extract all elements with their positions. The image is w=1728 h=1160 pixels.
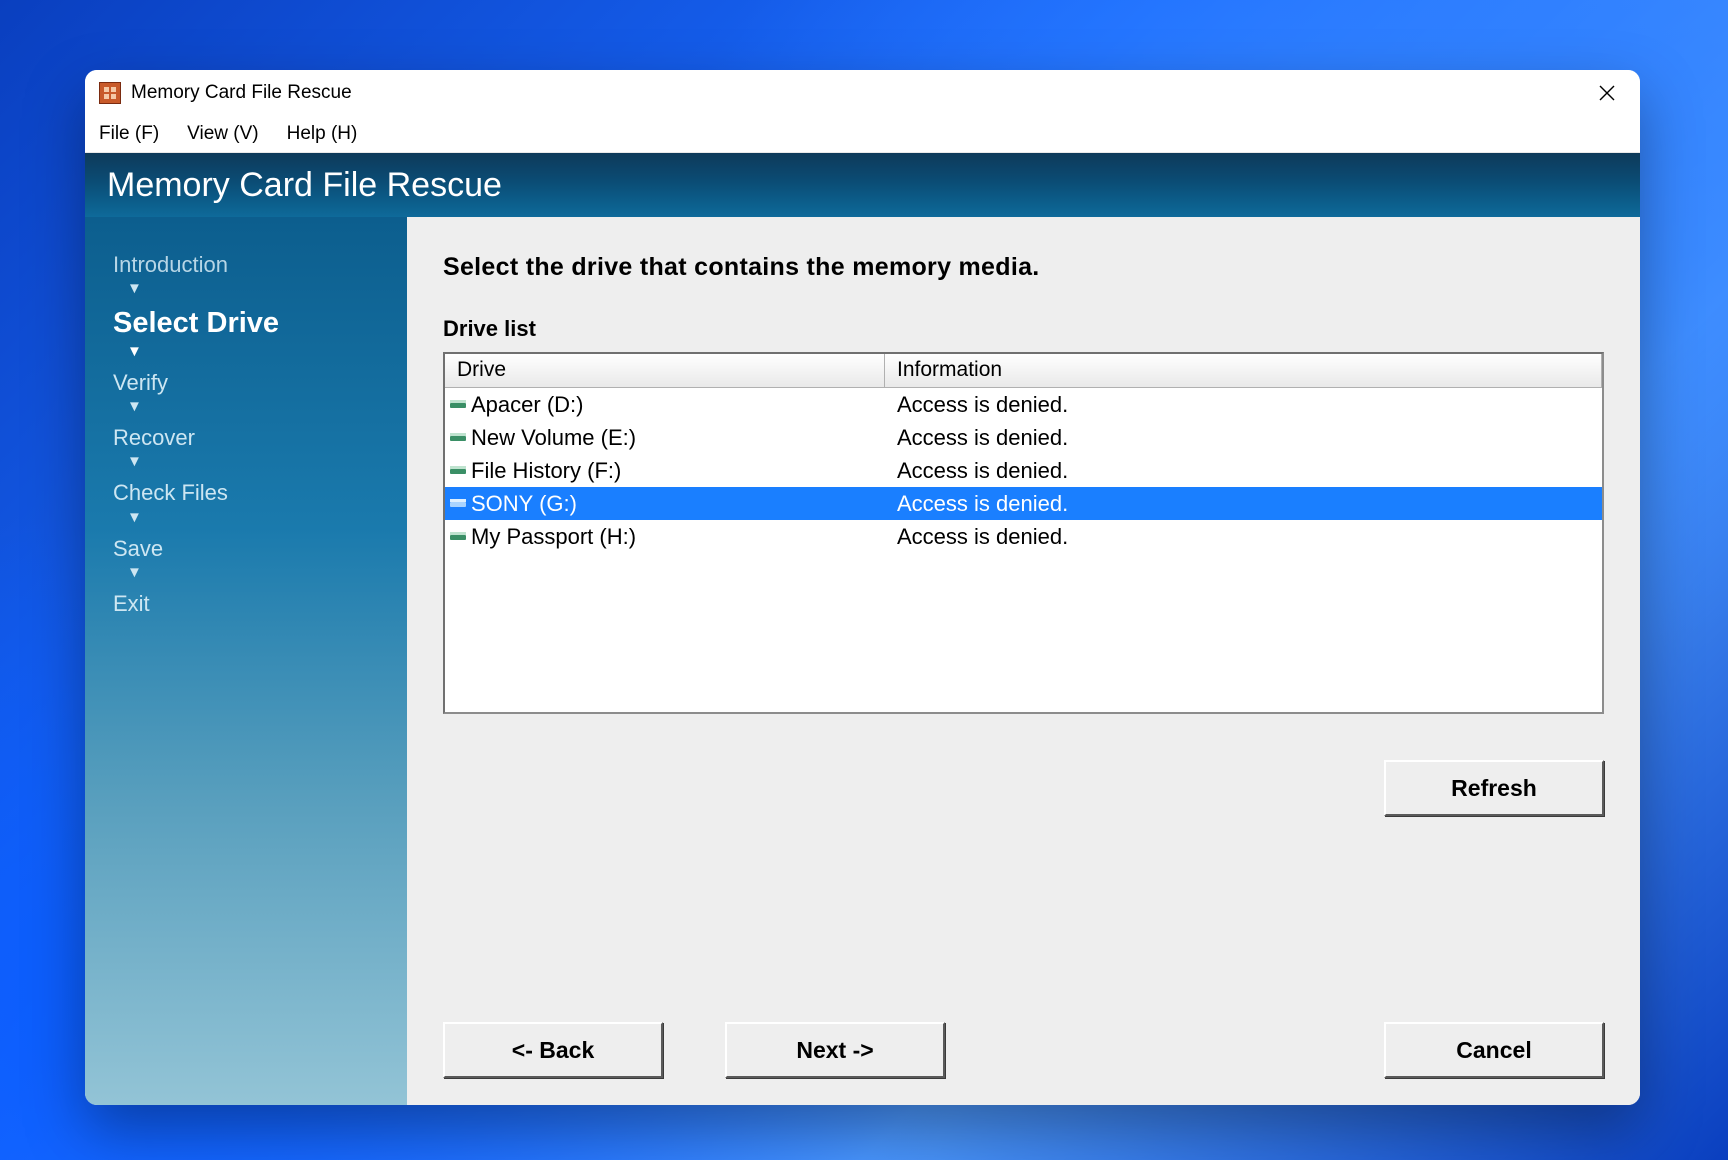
- drive-list-header: Drive Information: [445, 354, 1602, 388]
- wizard-sidebar: Introduction ▼ Select Drive ▼ Verify ▼ R…: [85, 217, 407, 1105]
- drive-icon: [445, 532, 471, 542]
- drive-info: Access is denied.: [885, 392, 1602, 418]
- chevron-down-icon: ▼: [127, 510, 407, 525]
- step-check-files: Check Files: [113, 481, 407, 505]
- menu-help[interactable]: Help (H): [287, 123, 358, 145]
- step-exit: Exit: [113, 592, 407, 616]
- step-introduction: Introduction: [113, 253, 407, 277]
- menu-view[interactable]: View (V): [187, 123, 258, 145]
- main-panel: Select the drive that contains the memor…: [407, 217, 1640, 1105]
- page-heading: Select the drive that contains the memor…: [443, 253, 1604, 282]
- window-title: Memory Card File Rescue: [131, 82, 352, 104]
- app-icon: [99, 82, 121, 104]
- drive-info: Access is denied.: [885, 491, 1602, 517]
- menu-file[interactable]: File (F): [99, 123, 159, 145]
- step-recover: Recover: [113, 426, 407, 450]
- drive-icon: [445, 466, 471, 476]
- drive-icon: [445, 499, 471, 509]
- drive-list-label: Drive list: [443, 316, 1604, 342]
- chevron-down-icon: ▼: [127, 399, 407, 414]
- drive-row[interactable]: My Passport (H:)Access is denied.: [445, 520, 1602, 553]
- drive-name: Apacer (D:): [471, 392, 885, 418]
- drive-name: File History (F:): [471, 458, 885, 484]
- step-save: Save: [113, 537, 407, 561]
- drive-row[interactable]: File History (F:)Access is denied.: [445, 454, 1602, 487]
- close-button[interactable]: [1578, 70, 1636, 116]
- menubar: File (F) View (V) Help (H): [85, 116, 1640, 153]
- drive-row[interactable]: SONY (G:)Access is denied.: [445, 487, 1602, 520]
- drive-name: New Volume (E:): [471, 425, 885, 451]
- banner: Memory Card File Rescue: [85, 153, 1640, 217]
- titlebar[interactable]: Memory Card File Rescue: [85, 70, 1640, 116]
- app-window: Memory Card File Rescue File (F) View (V…: [85, 70, 1640, 1105]
- drive-name: My Passport (H:): [471, 524, 885, 550]
- drive-row[interactable]: New Volume (E:)Access is denied.: [445, 421, 1602, 454]
- drive-info: Access is denied.: [885, 524, 1602, 550]
- step-verify: Verify: [113, 371, 407, 395]
- column-drive[interactable]: Drive: [445, 354, 885, 388]
- drive-row[interactable]: Apacer (D:)Access is denied.: [445, 388, 1602, 421]
- banner-title: Memory Card File Rescue: [107, 166, 502, 205]
- close-icon: [1599, 85, 1615, 101]
- chevron-down-icon: ▼: [127, 454, 407, 469]
- chevron-down-icon: ▼: [127, 281, 407, 296]
- drive-info: Access is denied.: [885, 425, 1602, 451]
- next-button[interactable]: Next ->: [725, 1022, 945, 1078]
- chevron-down-icon: ▼: [127, 344, 407, 359]
- drive-name: SONY (G:): [471, 491, 885, 517]
- drive-info: Access is denied.: [885, 458, 1602, 484]
- cancel-button[interactable]: Cancel: [1384, 1022, 1604, 1078]
- back-button[interactable]: <- Back: [443, 1022, 663, 1078]
- column-information[interactable]: Information: [885, 354, 1602, 388]
- drive-icon: [445, 400, 471, 410]
- refresh-button[interactable]: Refresh: [1384, 760, 1604, 816]
- drive-list[interactable]: Drive Information Apacer (D:)Access is d…: [443, 352, 1604, 714]
- step-select-drive: Select Drive: [113, 308, 407, 340]
- drive-icon: [445, 433, 471, 443]
- chevron-down-icon: ▼: [127, 565, 407, 580]
- desktop-wallpaper: Memory Card File Rescue File (F) View (V…: [0, 0, 1728, 1160]
